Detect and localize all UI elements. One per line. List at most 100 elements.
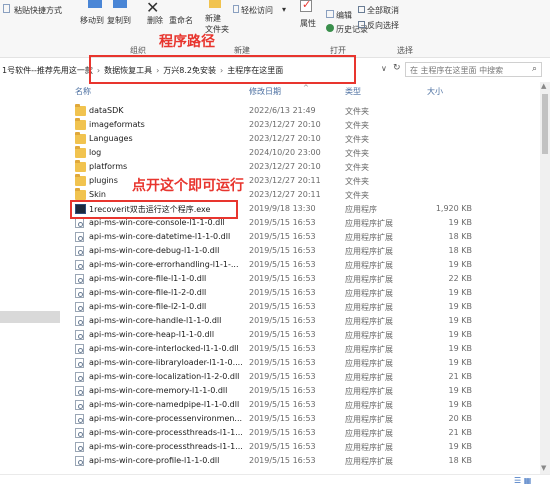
sort-up-icon: ^ [303, 84, 309, 92]
file-date: 2023/12/27 20:10 [249, 134, 321, 143]
file-row[interactable]: api-ms-win-core-namedpipe-l1-1-0.dll 2019… [70, 398, 540, 412]
file-row[interactable]: api-ms-win-core-datetime-l1-1-0.dll 2019/… [70, 230, 540, 244]
move-to-button[interactable]: 移动到 [80, 15, 104, 26]
file-type: 文件夹 [345, 191, 369, 200]
rename-button[interactable]: 重命名 [169, 15, 193, 26]
file-name: api-ms-win-core-datetime-l1-1-0.dll [89, 232, 231, 241]
chevron-down-icon[interactable]: ∨ [381, 64, 387, 73]
file-date: 2023/12/27 20:10 [249, 162, 321, 171]
file-type: 应用程序扩展 [345, 443, 393, 452]
file-name: api-ms-win-core-debug-l1-1-0.dll [89, 246, 220, 255]
search-icon[interactable]: ⌕ [532, 64, 537, 74]
file-type: 应用程序扩展 [345, 303, 393, 312]
easy-access-dropdown-icon[interactable]: ▾ [282, 5, 286, 14]
file-row[interactable]: api-ms-win-core-libraryloader-l1-1-0....… [70, 356, 540, 370]
search-placeholder: 在 主程序在这里面 中搜索 [410, 66, 504, 75]
folder-icon [75, 118, 86, 130]
file-row[interactable]: dataSDK 2022/6/13 21:49 文件夹 [70, 104, 540, 118]
delete-button[interactable]: 删除 [147, 15, 163, 26]
select-none-button[interactable]: 全部取消 [367, 5, 399, 16]
dll-icon [75, 400, 84, 410]
invert-selection-button[interactable]: 反向选择 [367, 20, 399, 31]
file-date: 2019/5/15 16:53 [249, 456, 316, 465]
file-date: 2019/5/15 16:53 [249, 246, 316, 255]
file-row[interactable]: api-ms-win-core-errorhandling-l1-1-... 20… [70, 258, 540, 272]
file-size: 19 KB [448, 288, 472, 297]
file-type: 文件夹 [345, 121, 369, 130]
scroll-down-icon[interactable]: ▼ [541, 464, 546, 472]
column-header-type[interactable]: 类型 [345, 86, 361, 97]
file-size: 18 KB [448, 246, 472, 255]
file-date: 2019/9/18 13:30 [249, 204, 316, 213]
file-row[interactable]: platforms 2023/12/27 20:10 文件夹 [70, 160, 540, 174]
file-size: 18 KB [448, 232, 472, 241]
file-name: platforms [89, 162, 128, 171]
folder-icon [75, 160, 86, 172]
paste-shortcut-button[interactable]: 粘贴快捷方式 [14, 5, 62, 16]
file-row[interactable]: api-ms-win-core-debug-l1-1-0.dll 2019/5/1… [70, 244, 540, 258]
file-type: 文件夹 [345, 163, 369, 172]
file-name: api-ms-win-core-file-l1-1-0.dll [89, 274, 207, 283]
file-row[interactable]: api-ms-win-core-processenvironmen... 2019… [70, 412, 540, 426]
file-date: 2019/5/15 16:53 [249, 316, 316, 325]
file-row[interactable]: api-ms-win-core-file-l1-2-0.dll 2019/5/15… [70, 286, 540, 300]
properties-button[interactable]: 属性 [300, 18, 316, 29]
file-size: 19 KB [448, 442, 472, 451]
file-type: 应用程序扩展 [345, 401, 393, 410]
file-size: 19 KB [448, 316, 472, 325]
file-type: 应用程序扩展 [345, 429, 393, 438]
file-row[interactable]: api-ms-win-core-processthreads-l1-1... 20… [70, 426, 540, 440]
refresh-icon[interactable]: ↻ [393, 63, 401, 73]
column-headers: ^ 名称 修改日期 类型 大小 [70, 84, 540, 98]
file-row[interactable]: api-ms-win-core-file-l2-1-0.dll 2019/5/15… [70, 300, 540, 314]
search-input[interactable]: 在 主程序在这里面 中搜索 ⌕ [405, 62, 542, 77]
column-header-name[interactable]: 名称 [75, 86, 91, 97]
file-row[interactable]: log 2024/10/20 23:00 文件夹 [70, 146, 540, 160]
column-header-date[interactable]: 修改日期 [249, 86, 281, 97]
dll-icon [75, 372, 84, 382]
file-row[interactable]: api-ms-win-core-file-l1-1-0.dll 2019/5/15… [70, 272, 540, 286]
file-size: 21 KB [448, 372, 472, 381]
details-view-icon[interactable]: ☰ ▦ [514, 476, 531, 485]
file-date: 2019/5/15 16:53 [249, 274, 316, 283]
dll-icon [75, 232, 84, 242]
file-date: 2019/5/15 16:53 [249, 330, 316, 339]
file-row[interactable]: api-ms-win-core-profile-l1-1-0.dll 2019/5… [70, 454, 540, 468]
column-header-size[interactable]: 大小 [427, 86, 443, 97]
file-row[interactable]: api-ms-win-core-handle-l1-1-0.dll 2019/5/… [70, 314, 540, 328]
clipboard-icon[interactable] [3, 4, 10, 13]
file-row[interactable]: Languages 2023/12/27 20:10 文件夹 [70, 132, 540, 146]
easy-access-button[interactable]: 轻松访问 [241, 5, 273, 16]
dll-icon [75, 316, 84, 326]
file-type: 应用程序 [345, 205, 377, 214]
invert-selection-icon [358, 21, 365, 28]
edit-button[interactable]: 编辑 [336, 10, 352, 21]
file-row[interactable]: api-ms-win-core-processthreads-l1-1... 20… [70, 440, 540, 454]
ribbon-toolbar: 粘贴快捷方式 移动到 复制到 ✕ 删除 重命名 新建 文件夹 轻松访问 ▾ ✓ … [0, 0, 550, 58]
file-name: api-ms-win-core-processthreads-l1-1... [89, 428, 243, 437]
file-date: 2019/5/15 16:53 [249, 232, 316, 241]
file-row[interactable]: api-ms-win-core-heap-l1-1-0.dll 2019/5/15… [70, 328, 540, 342]
file-name: api-ms-win-core-heap-l1-1-0.dll [89, 330, 215, 339]
breadcrumb-item[interactable]: 1号软件--推荐先用这一款 [2, 65, 93, 76]
dll-icon [75, 330, 84, 340]
navigation-pane[interactable] [0, 82, 60, 485]
dll-icon [75, 456, 84, 466]
file-date: 2019/5/15 16:53 [249, 414, 316, 423]
nav-selected-item[interactable] [0, 311, 60, 323]
file-row[interactable]: api-ms-win-core-localization-l1-2-0.dll 2… [70, 370, 540, 384]
file-name: api-ms-win-core-file-l1-2-0.dll [89, 288, 207, 297]
file-date: 2023/12/27 20:10 [249, 120, 321, 129]
file-type: 应用程序扩展 [345, 415, 393, 424]
scrollbar-thumb[interactable] [542, 94, 548, 154]
file-name: api-ms-win-core-processthreads-l1-1... [89, 442, 243, 451]
file-row[interactable]: api-ms-win-core-memory-l1-1-0.dll 2019/5/… [70, 384, 540, 398]
file-row[interactable]: api-ms-win-core-interlocked-l1-1-0.dll 20… [70, 342, 540, 356]
copy-to-button[interactable]: 复制到 [107, 15, 131, 26]
file-name: api-ms-win-core-handle-l1-1-0.dll [89, 316, 222, 325]
history-icon [326, 24, 334, 32]
file-row[interactable]: imageformats 2023/12/27 20:10 文件夹 [70, 118, 540, 132]
dll-icon [75, 260, 84, 270]
scroll-up-icon[interactable]: ▲ [541, 82, 546, 90]
vertical-scrollbar[interactable]: ▲ ▼ [540, 82, 550, 474]
